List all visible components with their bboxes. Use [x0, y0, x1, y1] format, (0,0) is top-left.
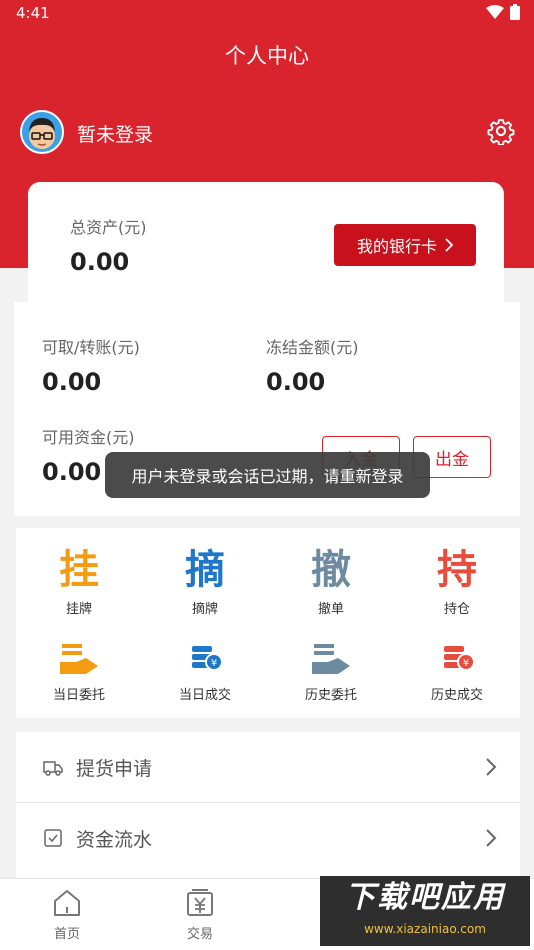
checkbox-icon — [44, 829, 62, 847]
grid-item-label: 挂牌 — [65, 602, 92, 617]
trade-grid: 挂 挂牌 摘 摘牌 撤 撤单 持 持仓 当日委托 ¥ 当日成交 历史委托 ¥ 历… — [16, 528, 520, 718]
avatar[interactable] — [20, 110, 64, 154]
menu-item-label: 提货申请 — [76, 757, 153, 780]
session-expired-toast: 用户未登录或会话已过期，请重新登录 — [105, 452, 430, 498]
frozen-value: 0.00 — [266, 368, 326, 396]
status-icons — [486, 4, 520, 20]
home-icon — [54, 890, 80, 916]
cancel-char-icon: 撤 — [311, 547, 351, 593]
grid-item-list[interactable]: 挂 挂牌 — [16, 546, 142, 617]
svg-text:¥: ¥ — [463, 658, 469, 669]
watermark-title: 下载吧应用 — [345, 880, 505, 915]
hand-coins-icon — [312, 644, 350, 674]
tab-home[interactable]: 首页 — [27, 887, 107, 942]
available-value: 0.00 — [42, 458, 102, 486]
grid-item-delist[interactable]: 摘 摘牌 — [142, 546, 268, 617]
withdrawable-value: 0.00 — [42, 368, 102, 396]
grid-item-label: 摘牌 — [191, 602, 218, 617]
grid-item-label: 历史委托 — [304, 688, 357, 703]
grid-item-cancel[interactable]: 撤 撤单 — [268, 546, 394, 617]
chevron-right-icon — [486, 829, 497, 847]
chevron-right-icon — [445, 238, 453, 252]
menu-item-label: 资金流水 — [76, 828, 153, 851]
grid-item-label: 当日委托 — [52, 688, 105, 703]
wifi-icon — [486, 5, 504, 19]
tab-label: 首页 — [53, 927, 80, 942]
my-bank-card-button[interactable]: 我的银行卡 — [334, 224, 476, 266]
status-time: 4:41 — [16, 4, 50, 22]
tab-trade[interactable]: 交易 — [160, 887, 240, 942]
grid-item-history-deals[interactable]: ¥ 历史成交 — [394, 640, 520, 703]
bank-button-label: 我的银行卡 — [356, 237, 437, 256]
grid-item-today-deals[interactable]: ¥ 当日成交 — [142, 640, 268, 703]
grid-item-label: 撤单 — [317, 602, 344, 617]
position-char-icon: 持 — [437, 547, 477, 593]
status-bar: 4:41 — [0, 0, 534, 28]
withdrawable-label: 可取/转账(元) — [42, 338, 140, 357]
coin-stack-icon: ¥ — [444, 646, 475, 671]
grid-item-label: 持仓 — [443, 602, 470, 617]
menu-item-pickup-request[interactable]: 提货申请 — [16, 732, 520, 802]
battery-icon — [510, 4, 520, 20]
svg-text:¥: ¥ — [211, 658, 217, 669]
watermark-url: www.xiazainiao.com — [364, 922, 486, 936]
hand-coins-icon — [60, 644, 98, 674]
tab-label: 交易 — [186, 927, 213, 942]
frozen-label: 冻结金额(元) — [266, 338, 359, 357]
grid-item-today-orders[interactable]: 当日委托 — [16, 640, 142, 703]
delist-char-icon: 摘 — [185, 547, 225, 593]
chevron-right-icon — [486, 758, 497, 776]
trade-yen-icon — [187, 889, 213, 916]
watermark-logo: 下载吧应用 www.xiazainiao.com — [320, 876, 530, 946]
grid-item-position[interactable]: 持 持仓 — [394, 546, 520, 617]
menu-item-fund-flow[interactable]: 资金流水 — [16, 803, 520, 873]
total-assets-label: 总资产(元) — [70, 218, 147, 237]
coin-stack-icon: ¥ — [192, 646, 223, 671]
available-label: 可用资金(元) — [42, 428, 135, 447]
login-status-text[interactable]: 暂未登录 — [77, 120, 153, 147]
grid-item-label: 当日成交 — [178, 688, 231, 703]
menu-card: 提货申请 资金流水 — [16, 732, 520, 878]
avatar-face-icon — [29, 118, 55, 149]
page-title: 个人中心 — [225, 44, 309, 68]
grid-item-label: 历史成交 — [430, 688, 483, 703]
list-char-icon: 挂 — [59, 547, 99, 593]
grid-item-history-orders[interactable]: 历史委托 — [268, 640, 394, 703]
truck-icon — [43, 761, 63, 776]
asset-card: 总资产(元) 0.00 我的银行卡 — [28, 182, 504, 302]
gear-icon[interactable] — [487, 117, 515, 145]
total-assets-value: 0.00 — [70, 248, 130, 276]
